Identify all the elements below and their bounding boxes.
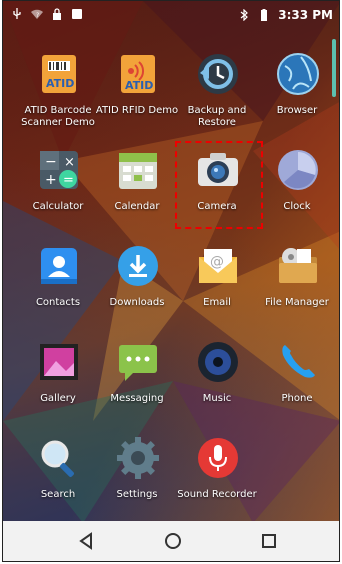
music-icon xyxy=(198,342,238,382)
app-sound-recorder[interactable]: Sound Recorder xyxy=(175,425,259,517)
svg-text:?: ? xyxy=(36,12,39,19)
phone-icon xyxy=(282,345,315,378)
home-icon[interactable] xyxy=(160,529,186,553)
svg-text:ATID: ATID xyxy=(125,79,153,92)
app-label: File Manager xyxy=(265,297,329,308)
camera-highlight-box xyxy=(175,141,263,229)
app-label: Calculator xyxy=(32,201,84,212)
app-label: Contacts xyxy=(35,297,81,308)
svg-text:−: − xyxy=(45,154,57,170)
app-phone[interactable]: Phone xyxy=(255,329,339,421)
app-label: Clock xyxy=(283,201,311,212)
app-label: Email xyxy=(203,297,231,308)
download-icon xyxy=(118,246,158,286)
backup-restore-icon xyxy=(198,54,238,94)
app-browser[interactable]: Browser xyxy=(255,41,339,133)
svg-text:@: @ xyxy=(210,254,224,270)
home-screen: ? 3:33 PM ATID ATID Barcode Scanner Demo AT… xyxy=(2,0,340,562)
app-settings[interactable]: Settings xyxy=(95,425,179,517)
app-label: Phone xyxy=(281,393,313,404)
back-icon[interactable] xyxy=(73,529,99,553)
search-icon xyxy=(41,440,74,477)
app-email[interactable]: @ Email xyxy=(175,233,259,325)
app-label: Backup and Restore xyxy=(187,105,247,128)
app-label: Settings xyxy=(116,489,158,500)
app-label: Browser xyxy=(276,105,318,116)
app-backup-restore[interactable]: Backup and Restore xyxy=(175,41,259,133)
recents-icon[interactable] xyxy=(256,529,282,553)
contacts-icon xyxy=(41,248,77,284)
globe-icon xyxy=(277,53,319,95)
messaging-icon xyxy=(119,345,157,381)
app-calendar[interactable]: Calendar xyxy=(95,137,179,229)
image-icon xyxy=(72,9,82,19)
app-label: Music xyxy=(202,393,232,404)
svg-text:+: + xyxy=(45,172,57,188)
gallery-icon xyxy=(40,344,78,380)
calculator-icon: − × + = xyxy=(40,151,78,189)
atid-barcode-icon: ATID xyxy=(42,55,76,93)
app-label: Downloads xyxy=(109,297,165,308)
svg-text:ATID: ATID xyxy=(46,77,74,90)
wifi-question-icon: ? xyxy=(31,9,43,19)
status-bar: ? 3:33 PM xyxy=(3,1,339,31)
email-icon: @ xyxy=(199,249,237,283)
app-label: Calendar xyxy=(114,201,160,212)
app-downloads[interactable]: Downloads xyxy=(95,233,179,325)
svg-text:=: = xyxy=(63,173,74,188)
app-label: Messaging xyxy=(110,393,164,404)
app-label: Gallery xyxy=(40,393,76,404)
app-atid-rfid[interactable]: ATID ATID RFID Demo xyxy=(95,41,179,133)
calendar-icon xyxy=(119,153,157,189)
app-label: Sound Recorder xyxy=(177,489,257,500)
usb-icon xyxy=(13,8,21,19)
app-gallery[interactable]: Gallery xyxy=(16,329,100,421)
app-atid-barcode[interactable]: ATID ATID Barcode Scanner Demo xyxy=(16,41,100,133)
app-contacts[interactable]: Contacts xyxy=(16,233,100,325)
clock-icon xyxy=(278,150,318,190)
svg-text:×: × xyxy=(64,155,75,170)
app-messaging[interactable]: Messaging xyxy=(95,329,179,421)
battery-icon xyxy=(261,9,268,21)
app-label: ATID RFID Demo xyxy=(95,105,179,116)
app-music[interactable]: Music xyxy=(175,329,259,421)
app-file-manager[interactable]: File Manager xyxy=(255,233,339,325)
app-label: Search xyxy=(40,489,76,500)
bluetooth-icon xyxy=(240,9,249,21)
app-search[interactable]: Search xyxy=(16,425,100,517)
lock-icon xyxy=(53,8,61,20)
file-manager-icon xyxy=(279,248,317,283)
gear-icon xyxy=(117,437,159,479)
microphone-icon xyxy=(198,438,238,478)
app-calculator[interactable]: − × + = Calculator xyxy=(16,137,100,229)
app-clock[interactable]: Clock xyxy=(255,137,339,229)
clock-text: 3:33 PM xyxy=(278,8,333,22)
navigation-bar xyxy=(3,521,339,561)
app-label: ATID Barcode Scanner Demo xyxy=(21,105,95,128)
atid-rfid-icon: ATID xyxy=(121,55,155,93)
